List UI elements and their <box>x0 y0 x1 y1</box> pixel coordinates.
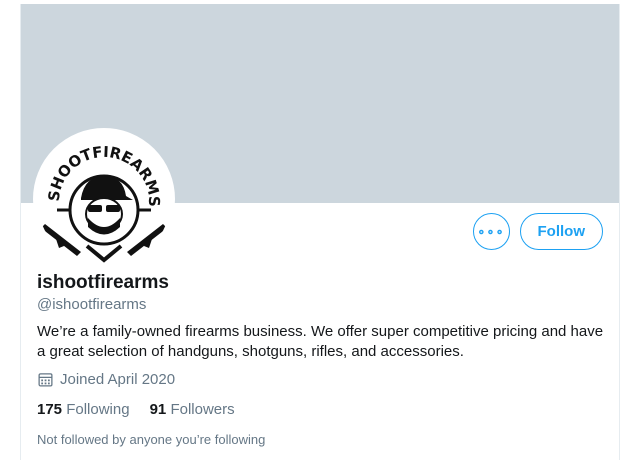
more-options-button[interactable]: ∘∘∘ <box>472 213 510 250</box>
profile-actions: ∘∘∘ Follow <box>472 213 603 250</box>
left-margin <box>0 0 20 460</box>
more-options-icon: ∘∘∘ <box>477 223 505 239</box>
joined-date: Joined April 2020 <box>37 371 175 388</box>
page: iSHOOTFIREARMS <box>0 0 628 460</box>
profile-bio: We’re a family-owned firearms business. … <box>37 323 604 360</box>
calendar-icon <box>38 373 53 387</box>
joined-text: Joined April 2020 <box>60 371 176 388</box>
mutual-followers-note: Not followed by anyone you’re following <box>37 432 266 447</box>
display-name: ishootfirearms <box>37 272 169 293</box>
following-count: 175 <box>37 401 63 418</box>
profile-card: iSHOOTFIREARMS <box>20 4 620 460</box>
followers-count: 91 <box>149 401 167 418</box>
ishootfirearms-logo: iSHOOTFIREARMS <box>37 132 171 266</box>
right-margin <box>620 0 628 460</box>
follow-counts: 175 Following 91 Followers <box>37 401 235 418</box>
user-handle: @ishootfirearms <box>37 296 147 313</box>
follow-button[interactable]: Follow <box>519 213 603 250</box>
followers-link[interactable]: 91 Followers <box>150 401 235 418</box>
following-label: Following <box>66 401 130 418</box>
following-link[interactable]: 175 Following <box>37 401 130 418</box>
followers-label: Followers <box>170 401 235 418</box>
profile-avatar[interactable]: iSHOOTFIREARMS <box>33 128 175 270</box>
follow-button-label: Follow <box>537 223 586 240</box>
